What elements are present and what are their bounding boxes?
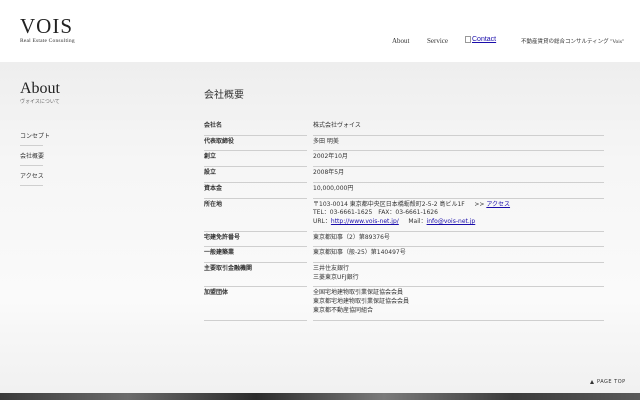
sidebar-title: About — [20, 80, 60, 97]
table-row: 所在地 〒103-0014 東京都中央区日本橋蛎殻町2-5-2 島ビル1F >>… — [204, 198, 604, 232]
row-value: 株式会社ヴォイス — [313, 120, 604, 136]
row-label: 設立 — [204, 166, 307, 183]
table-row: 創立 2002年10月 — [204, 150, 604, 168]
table-row: 加盟団体 全国宅地建物取引業保証協会会員 東京都宅地建物取引業保証協会会員 東京… — [204, 286, 604, 321]
page-top-button[interactable]: PAGE TOP — [590, 379, 626, 385]
tel-fax-text: TEL：03-6661-1625 FAX：03-6661-1626 — [313, 209, 438, 217]
company-info-table: 会社名 株式会社ヴォイス 代表取締役 多田 明美 創立 2002年10月 設立 … — [204, 120, 604, 321]
logo-text: VOIS — [20, 14, 74, 38]
nav-contact-label: Contact — [472, 36, 497, 43]
sidebar-item-access[interactable]: アクセス — [20, 168, 44, 186]
row-value: 全国宅地建物取引業保証協会会員 東京都宅地建物取引業保証協会会員 東京都不動産協… — [313, 286, 604, 321]
mail-label: Mail： — [408, 217, 427, 225]
bank-name: 三井住友銀行 — [313, 265, 350, 273]
table-row: 代表取締役 多田 明美 — [204, 135, 604, 152]
arrow-up-icon — [590, 380, 594, 384]
row-value-address: 〒103-0014 東京都中央区日本橋蛎殻町2-5-2 島ビル1F >> アクセ… — [313, 198, 604, 232]
url-label: URL： — [313, 217, 331, 225]
page-title: 会社概要 — [204, 90, 244, 101]
address-text: 〒103-0014 東京都中央区日本橋蛎殻町2-5-2 島ビル1F — [313, 200, 465, 208]
sidebar-item-company[interactable]: 会社概要 — [20, 148, 44, 166]
row-label: 加盟団体 — [204, 286, 307, 321]
footer-image-strip — [0, 393, 640, 400]
header-tagline: 不動産賃貸の総合コンサルティング "Vois" — [521, 39, 625, 45]
row-label: 会社名 — [204, 120, 307, 136]
bank-name: 三菱東京UFJ銀行 — [313, 273, 359, 281]
table-row: 一般建築業 東京都知事（般-25）第140497号 — [204, 246, 604, 264]
nav-about[interactable]: About — [392, 37, 410, 45]
page-top-label: PAGE TOP — [597, 379, 626, 385]
table-row: 宅建免許番号 東京都知事（2）第89376号 — [204, 231, 604, 248]
sidebar-subtitle: ヴォイスについて — [20, 99, 60, 105]
row-value: 多田 明美 — [313, 135, 604, 152]
access-link[interactable]: アクセス — [486, 201, 510, 208]
association-name: 東京都不動産協同組合 — [313, 306, 374, 314]
nav-service[interactable]: Service — [427, 37, 448, 45]
row-label: 所在地 — [204, 198, 307, 232]
nav-contact[interactable]: Contact — [465, 36, 496, 43]
row-value: 三井住友銀行 三菱東京UFJ銀行 — [313, 262, 604, 288]
association-name: 全国宅地建物取引業保証協会会員 — [313, 289, 404, 297]
table-row: 設立 2008年5月 — [204, 166, 604, 183]
table-row: 資本金 10,000,000円 — [204, 182, 604, 199]
global-nav: About Service Contact 不動産賃貸の総合コンサルティング "… — [0, 36, 640, 49]
association-name: 東京都宅地建物取引業保証協会会員 — [313, 298, 410, 306]
sidebar-item-concept[interactable]: コンセプト — [20, 128, 50, 146]
table-row: 主要取引金融機関 三井住友銀行 三菱東京UFJ銀行 — [204, 262, 604, 288]
row-label: 代表取締役 — [204, 135, 307, 152]
broken-image-icon — [465, 36, 471, 43]
row-label: 主要取引金融機関 — [204, 262, 307, 288]
row-label: 創立 — [204, 150, 307, 168]
row-value: 東京都知事（2）第89376号 — [313, 231, 604, 248]
sidebar-nav: コンセプト 会社概要 アクセス — [20, 128, 50, 188]
row-value: 2008年5月 — [313, 166, 604, 183]
site-header: VOIS Real Estate Consulting About Servic… — [0, 0, 640, 62]
row-value: 2002年10月 — [313, 150, 604, 168]
row-label: 宅建免許番号 — [204, 231, 307, 248]
sidebar: About ヴォイスについて コンセプト 会社概要 アクセス — [20, 80, 180, 186]
access-prefix: >> — [474, 200, 485, 208]
table-row: 会社名 株式会社ヴォイス — [204, 120, 604, 136]
row-label: 資本金 — [204, 182, 307, 199]
website-link[interactable]: http://www.vois-net.jp/ — [331, 218, 399, 225]
row-value: 10,000,000円 — [313, 182, 604, 199]
row-value: 東京都知事（般-25）第140497号 — [313, 246, 604, 264]
email-link[interactable]: info@vois-net.jp — [427, 218, 476, 225]
row-label: 一般建築業 — [204, 246, 307, 264]
